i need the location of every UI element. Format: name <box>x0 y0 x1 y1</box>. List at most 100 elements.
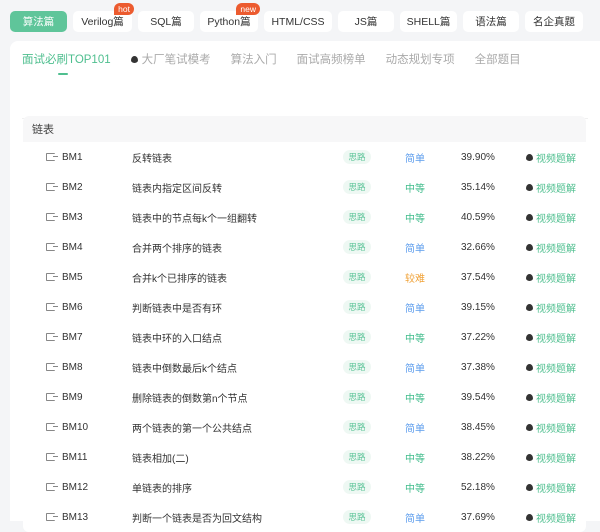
nav-tab-label: 语法篇 <box>475 16 507 28</box>
hint-tag[interactable]: 思路 <box>343 180 371 194</box>
pass-rate: 38.22% <box>461 451 495 463</box>
table-row[interactable]: BM9 删除链表的倒数第n个节点 思路 中等 39.54% 视频题解 <box>23 382 586 412</box>
nav-tab[interactable]: 语法篇 <box>463 11 519 32</box>
table-row[interactable]: BM13 判断一个链表是否为回文结构 思路 简单 37.69% 视频题解 <box>23 502 586 532</box>
nav-tab[interactable]: SQL篇 <box>138 11 194 32</box>
nav-tab[interactable]: Verilog篇 hot <box>73 3 134 32</box>
table-row[interactable]: BM3 链表中的节点每k个一组翻转 思路 中等 40.59% 视频题解 <box>23 202 586 232</box>
hint-tag[interactable]: 思路 <box>343 300 371 314</box>
difficulty: 简单 <box>405 243 425 255</box>
video-solution-link[interactable]: 视频题解 <box>526 330 576 345</box>
video-label: 视频题解 <box>536 213 576 225</box>
hint-tag[interactable]: 思路 <box>343 480 371 494</box>
hint-tag[interactable]: 思路 <box>343 240 371 254</box>
pass-rate: 37.54% <box>461 271 495 283</box>
sub-tab-label: 算法入门 <box>230 54 277 66</box>
problem-code: BM11 <box>62 451 88 463</box>
difficulty: 中等 <box>405 453 425 465</box>
hint-tag[interactable]: 思路 <box>343 390 371 404</box>
nav-badge: hot <box>114 3 134 15</box>
difficulty: 中等 <box>405 213 425 225</box>
hint-tag[interactable]: 思路 <box>343 360 371 374</box>
table-row[interactable]: BM11 链表相加(二) 思路 中等 38.22% 视频题解 <box>23 442 586 472</box>
table-row[interactable]: BM6 判断链表中是否有环 思路 简单 39.15% 视频题解 <box>23 292 586 322</box>
hint-tag[interactable]: 思路 <box>343 420 371 434</box>
problem-icon <box>46 513 58 521</box>
table-row[interactable]: BM2 链表内指定区间反转 思路 中等 35.14% 视频题解 <box>23 172 586 202</box>
table-row[interactable]: BM4 合并两个排序的链表 思路 简单 32.66% 视频题解 <box>23 232 586 262</box>
hint-tag[interactable]: 思路 <box>343 330 371 344</box>
table-row[interactable]: BM12 单链表的排序 思路 中等 52.18% 视频题解 <box>23 472 586 502</box>
nav-tab[interactable]: Python篇 new <box>200 3 260 32</box>
problem-title[interactable]: 链表中的节点每k个一组翻转 <box>132 210 257 225</box>
problem-title[interactable]: 链表相加(二) <box>132 450 189 465</box>
problem-table: 链表 BM1 反转链表 思路 简单 39.90% 视频题解 BM2 链表内指定区… <box>23 116 586 532</box>
problem-code: BM7 <box>62 331 83 343</box>
table-row[interactable]: BM8 链表中倒数最后k个结点 思路 简单 37.38% 视频题解 <box>23 352 586 382</box>
hint-tag[interactable]: 思路 <box>343 270 371 284</box>
nav-tab[interactable]: 名企真题 <box>525 11 583 32</box>
sub-tab[interactable]: 面试高频榜单 <box>297 51 366 67</box>
top-category-nav: 算法篇 Verilog篇 hot SQL篇 Python篇 new HTML/CSS JS篇 S… <box>10 3 583 32</box>
hint-tag[interactable]: 思路 <box>343 210 371 224</box>
table-row[interactable]: BM7 链表中环的入口结点 思路 中等 37.22% 视频题解 <box>23 322 586 352</box>
pass-rate: 39.15% <box>461 301 495 313</box>
video-solution-link[interactable]: 视频题解 <box>526 270 576 285</box>
problem-title[interactable]: 判断一个链表是否为回文结构 <box>132 510 262 525</box>
hint-tag[interactable]: 思路 <box>343 450 371 464</box>
video-solution-link[interactable]: 视频题解 <box>526 510 576 525</box>
heart-shield-icon <box>526 453 533 461</box>
sub-tab-label: 面试必刷TOP101 <box>22 54 111 66</box>
table-header: 链表 <box>23 116 586 142</box>
table-row[interactable]: BM10 两个链表的第一个公共结点 思路 简单 38.45% 视频题解 <box>23 412 586 442</box>
video-solution-link[interactable]: 视频题解 <box>526 390 576 405</box>
problem-title[interactable]: 链表内指定区间反转 <box>132 180 222 195</box>
problem-code: BM5 <box>62 271 83 283</box>
problem-title[interactable]: 合并两个排序的链表 <box>132 240 222 255</box>
nav-tab[interactable]: SHELL篇 <box>400 11 457 32</box>
video-solution-link[interactable]: 视频题解 <box>526 150 576 165</box>
sub-tab[interactable]: 面试必刷TOP101 <box>22 51 111 75</box>
table-row[interactable]: BM1 反转链表 思路 简单 39.90% 视频题解 <box>23 142 586 172</box>
sub-tab[interactable]: 大厂笔试模考 <box>130 51 211 67</box>
problem-code: BM2 <box>62 181 83 193</box>
nav-tab[interactable]: HTML/CSS <box>264 11 332 32</box>
problem-title[interactable]: 两个链表的第一个公共结点 <box>132 420 252 435</box>
video-solution-link[interactable]: 视频题解 <box>526 240 576 255</box>
problem-title[interactable]: 合并k个已排序的链表 <box>132 270 227 285</box>
problem-code: BM8 <box>62 361 83 373</box>
video-solution-link[interactable]: 视频题解 <box>526 420 576 435</box>
sub-tab[interactable]: 算法入门 <box>231 51 277 67</box>
video-solution-link[interactable]: 视频题解 <box>526 360 576 375</box>
difficulty: 中等 <box>405 483 425 495</box>
pass-rate: 39.54% <box>461 391 495 403</box>
pass-rate: 35.14% <box>461 181 495 193</box>
problem-title[interactable]: 链表中倒数最后k个结点 <box>132 360 237 375</box>
video-label: 视频题解 <box>536 423 576 435</box>
video-solution-link[interactable]: 视频题解 <box>526 210 576 225</box>
video-solution-link[interactable]: 视频题解 <box>526 180 576 195</box>
pass-rate: 52.18% <box>461 481 495 493</box>
nav-tab[interactable]: 算法篇 <box>10 11 67 32</box>
problem-code: BM9 <box>62 391 83 403</box>
problem-icon <box>46 213 58 221</box>
sub-tab[interactable]: 全部题目 <box>475 51 521 67</box>
hint-tag[interactable]: 思路 <box>343 510 371 524</box>
problem-code: BM4 <box>62 241 83 253</box>
table-row[interactable]: BM5 合并k个已排序的链表 思路 较难 37.54% 视频题解 <box>23 262 586 292</box>
hint-tag[interactable]: 思路 <box>343 150 371 164</box>
problem-title[interactable]: 判断链表中是否有环 <box>132 300 222 315</box>
video-solution-link[interactable]: 视频题解 <box>526 480 576 495</box>
problem-title[interactable]: 单链表的排序 <box>132 480 192 495</box>
problem-title[interactable]: 链表中环的入口结点 <box>132 330 222 345</box>
problem-title[interactable]: 反转链表 <box>132 150 172 165</box>
problem-title[interactable]: 删除链表的倒数第n个节点 <box>132 390 248 405</box>
video-solution-link[interactable]: 视频题解 <box>526 300 576 315</box>
sub-tab[interactable]: 动态规划专项 <box>386 51 455 67</box>
problem-icon <box>46 483 58 491</box>
heart-shield-icon <box>526 273 533 281</box>
difficulty: 简单 <box>405 423 425 435</box>
video-solution-link[interactable]: 视频题解 <box>526 450 576 465</box>
nav-tab[interactable]: JS篇 <box>338 11 394 32</box>
nav-tab-label: HTML/CSS <box>271 15 325 28</box>
